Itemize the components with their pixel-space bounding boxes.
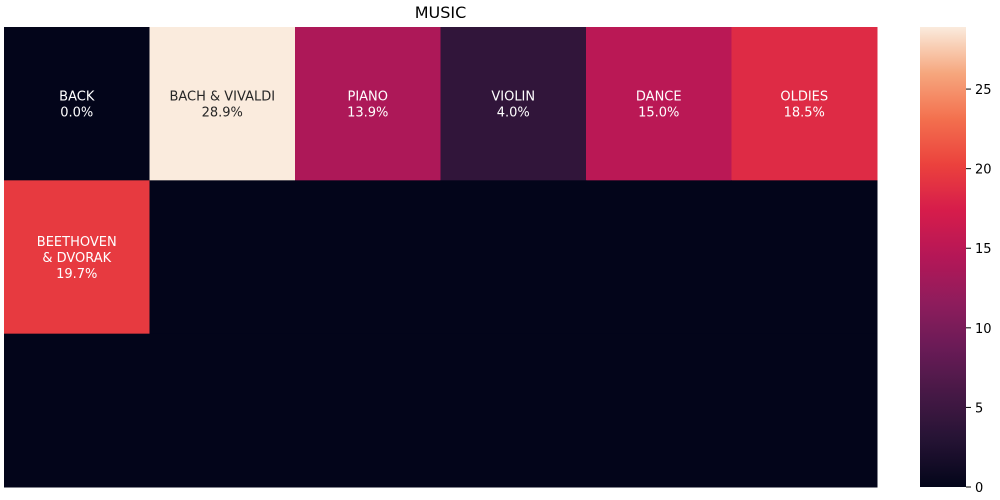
heatmap-cell-r2-c3 [440,333,587,488]
cell-annotation: VIOLIN 4.0% [491,90,535,121]
cell-annotation-line: OLDIES [780,90,828,105]
heatmap-cells [4,27,878,488]
colorbar-tick-label: 25 [975,83,992,98]
heatmap-cell-r2-c2 [295,333,441,488]
cell-annotation-line: 15.0% [638,106,679,121]
colorbar-tick-label: 5 [975,401,983,416]
colorbar-tick-label: 15 [975,242,992,257]
colorbar: 0 5 10 15 20 25 [920,27,992,496]
colorbar-tick-label: 0 [975,481,983,496]
cell-annotation: DANCE 15.0% [636,90,682,121]
cell-annotation-line: 19.7% [56,267,97,282]
colorbar-gradient [920,27,966,487]
cell-annotation-line: PIANO [347,90,388,105]
cell-annotation-line: BACK [59,90,95,105]
heatmap-cell-r1-c3 [440,180,587,335]
heatmap-cell-r1-c1 [149,180,296,335]
heatmap-cell-r1-c5 [731,180,878,335]
cell-annotation-line: 18.5% [784,106,825,121]
heatmap-cell-r2-c1 [149,333,296,488]
heatmap-cell-r2-c0 [4,333,150,488]
heatmap-cell-r2-c5 [731,333,878,488]
heatmap-cell-r1-c4 [586,180,732,335]
cell-annotation-line: BACH & VIVALDI [169,90,275,105]
heatmap-cell-r2-c4 [586,333,732,488]
cell-annotation: OLDIES 18.5% [780,90,828,121]
cell-annotation-line: 13.9% [347,106,388,121]
cell-annotation-line: VIOLIN [491,90,535,105]
heatmap-chart: BACK 0.0% BACH & VIVALDI 28.9% PIANO 13.9% VIO… [4,27,992,496]
cell-annotation: PIANO 13.9% [347,90,388,121]
cell-annotation: BACK 0.0% [59,90,95,121]
cell-annotation-line: 28.9% [202,106,243,121]
colorbar-tick-label: 10 [975,322,992,337]
heatmap-cell-r1-c2 [295,180,441,335]
colorbar-tick-label: 20 [975,163,992,178]
cell-annotation-line: 0.0% [60,106,93,121]
cell-annotation-line: DANCE [636,90,682,105]
cell-annotation-line: & DVORAK [42,251,111,266]
cell-annotation-line: BEETHOVEN [37,235,117,250]
cell-annotation-line: 4.0% [497,106,530,121]
